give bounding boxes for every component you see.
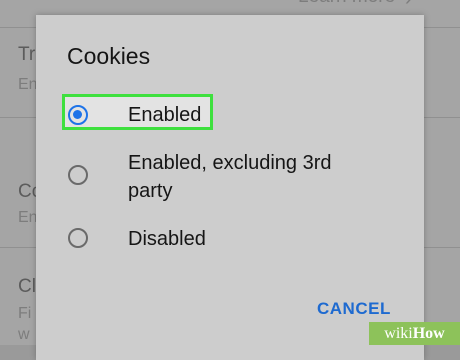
setting-title-translate: Tr	[18, 44, 36, 65]
option-excluding-label-line2: party	[128, 180, 173, 202]
learn-more-link: Learn more	[298, 0, 395, 8]
watermark-part2: How	[412, 325, 445, 342]
setting-sub-cookies: En	[18, 209, 38, 226]
cancel-button[interactable]: CANCEL	[317, 299, 391, 319]
option-enabled-excluding-3rd-party[interactable]: Enabled, excluding 3rd party	[66, 149, 406, 205]
option-enabled-label: Enabled	[128, 104, 202, 126]
dialog-title: Cookies	[67, 43, 151, 69]
chevron-right-icon: ›	[405, 0, 412, 11]
setting-sub-clear-line2: w	[18, 326, 30, 343]
option-excluding-label-line1: Enabled, excluding 3rd	[128, 152, 332, 174]
watermark-part1: wiki	[384, 325, 413, 342]
setting-sub-translate: En	[18, 76, 38, 93]
setting-title-clear: Cl	[18, 276, 36, 297]
setting-sub-clear: Fi	[18, 305, 32, 322]
option-disabled[interactable]: Disabled	[66, 225, 406, 253]
option-enabled[interactable]: Enabled	[66, 101, 406, 129]
radio-checked-icon[interactable]	[68, 105, 88, 125]
wikihow-watermark: wikiHow	[369, 322, 460, 345]
cookies-dialog: Cookies Enabled Enabled, excluding 3rd p…	[36, 15, 424, 360]
option-disabled-label: Disabled	[128, 228, 206, 250]
radio-unchecked-icon[interactable]	[68, 165, 88, 185]
radio-unchecked-icon[interactable]	[68, 228, 88, 248]
